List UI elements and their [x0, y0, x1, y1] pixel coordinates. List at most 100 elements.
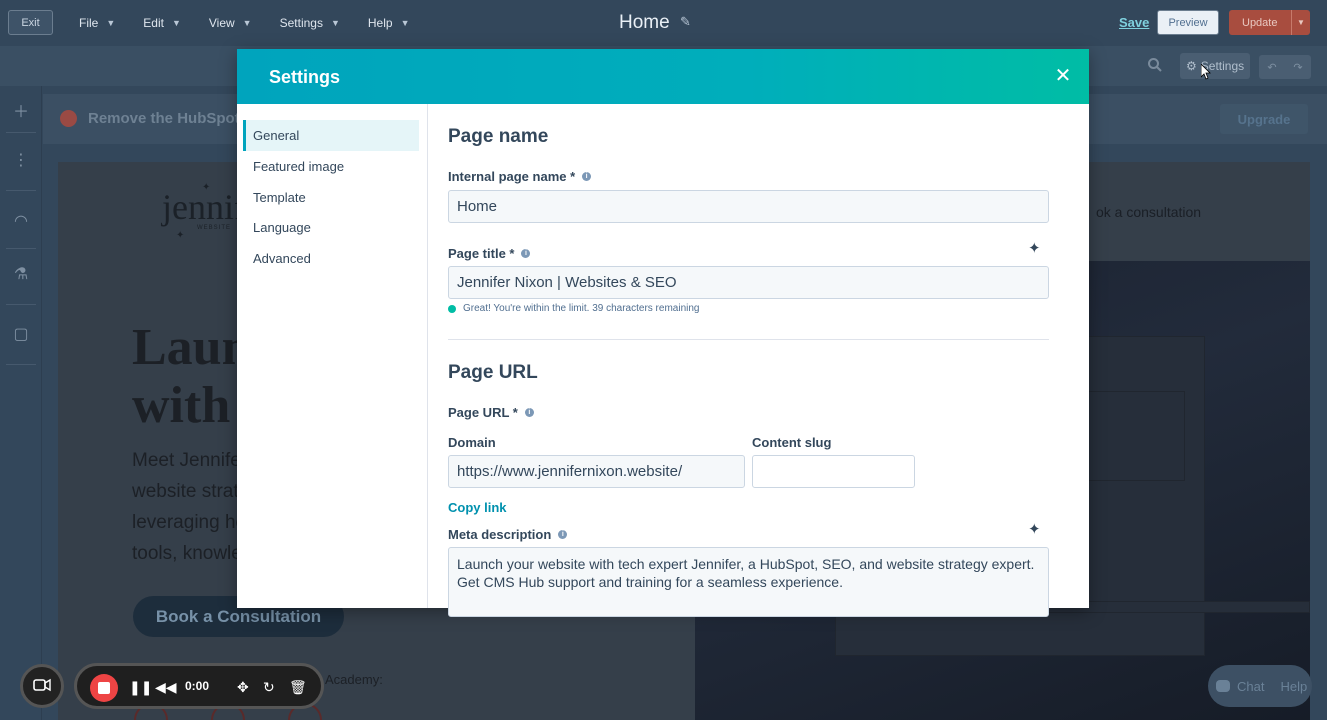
add-icon[interactable]: ＋ [11, 98, 31, 121]
chat-bubble-icon [1216, 680, 1230, 692]
modal-header: Settings ✕ [237, 49, 1089, 104]
update-label: Update [1242, 16, 1278, 29]
settings-nav-featured-image[interactable]: Featured image [243, 151, 419, 182]
info-icon[interactable]: i [521, 249, 531, 258]
page-icon[interactable]: ▢ [11, 324, 31, 344]
video-camera-icon [33, 678, 51, 695]
consultation-nav-link: ok a consultation [1096, 204, 1202, 220]
camera-toggle-button[interactable] [20, 664, 64, 708]
stop-icon [98, 682, 110, 694]
site-logo-subtitle: WEBSITE [197, 225, 232, 231]
chat-widget[interactable]: Chat Help [1208, 665, 1312, 707]
info-icon[interactable]: i [582, 172, 592, 181]
section-title-page-url: Page URL [448, 362, 538, 383]
modal-title: Settings [269, 67, 341, 87]
layers-icon[interactable]: ⋮ [11, 150, 31, 170]
meta-description-label-text: Meta description [448, 527, 552, 542]
menu-label: Settings [279, 16, 323, 30]
menu-edit[interactable]: Edit ▼ [143, 16, 181, 30]
status-dot-icon [448, 304, 456, 313]
banner-text: Remove the HubSpot lo [88, 110, 258, 127]
upgrade-button[interactable]: Upgrade [1220, 104, 1308, 134]
menu-view[interactable]: View ▼ [209, 16, 252, 30]
menu-label: Help [367, 16, 393, 30]
divider [6, 364, 36, 365]
ai-assist-icon[interactable]: ✦ [1028, 241, 1042, 256]
rewind-icon[interactable]: ◀◀ [155, 678, 177, 696]
stop-recording-button[interactable] [90, 674, 118, 702]
page-title-hint-text: Great! You're within the limit. 39 chara… [463, 303, 700, 314]
content-slug-label: Content slug [752, 435, 832, 450]
restart-icon[interactable]: ↻ [263, 678, 275, 696]
update-button[interactable]: Update ▼ [1229, 10, 1310, 35]
page-url-label-text: Page URL * [448, 405, 518, 420]
undo-icon[interactable]: ↶ [1267, 61, 1276, 74]
sparkle-icon: ✦ [202, 182, 211, 193]
page-title-input[interactable]: Jennifer Nixon | Websites & SEO [448, 266, 1049, 299]
menu-help[interactable]: Help ▼ [368, 16, 410, 30]
pause-icon[interactable]: ❚❚ [129, 678, 152, 696]
settings-tool-button[interactable]: ⚙ Settings [1180, 53, 1250, 79]
preview-button[interactable]: Preview [1157, 10, 1219, 35]
menu-settings[interactable]: Settings ▼ [280, 16, 340, 30]
test-icon[interactable]: ⚗ [11, 264, 31, 284]
chat-label: Chat [1237, 678, 1265, 694]
settings-nav-template[interactable]: Template [243, 182, 419, 213]
internal-name-input[interactable]: Home [448, 190, 1049, 223]
trash-icon[interactable]: 🗑 [289, 678, 307, 696]
settings-nav-language[interactable]: Language [243, 212, 419, 243]
content-slug-input[interactable] [752, 455, 915, 488]
meta-description-label: Meta description i [448, 527, 568, 542]
mouse-cursor-icon [1201, 64, 1211, 80]
hero-paragraph-line: website strat [132, 481, 239, 502]
menu-file[interactable]: File ▼ [79, 16, 115, 30]
settings-nav-general[interactable]: General [243, 120, 419, 151]
chevron-down-icon: ▼ [330, 18, 340, 28]
pencil-icon[interactable]: ✎ [680, 14, 691, 30]
divider [6, 304, 36, 305]
domain-select[interactable]: https://www.jennifernixon.website/ [448, 455, 745, 488]
save-button[interactable]: Save [1119, 15, 1149, 30]
domain-label: Domain [448, 435, 496, 450]
menu-label: File [79, 16, 99, 30]
chevron-down-icon: ▼ [106, 18, 116, 28]
illustration-screen [1075, 391, 1185, 481]
settings-content: Page name Internal page name * i Home Pa… [448, 104, 1049, 617]
chevron-down-icon: ▼ [171, 18, 181, 28]
meta-description-textarea[interactable]: Launch your website with tech expert Jen… [448, 547, 1049, 617]
info-icon[interactable]: i [558, 530, 568, 539]
page-url-label: Page URL * i [448, 405, 534, 420]
close-icon[interactable]: ✕ [1053, 66, 1073, 86]
settings-nav: General Featured image Template Language… [237, 104, 428, 608]
academy-label: Academy: [325, 672, 383, 687]
gear-icon: ⚙ [1186, 59, 1197, 73]
copy-link-button[interactable]: Copy link [448, 500, 507, 515]
redo-icon[interactable]: ↷ [1293, 61, 1302, 74]
menu-label: View [208, 16, 235, 30]
ai-assist-icon[interactable]: ✦ [1028, 522, 1042, 537]
search-icon[interactable] [1147, 57, 1167, 77]
sparkle-icon: ✦ [176, 230, 185, 241]
divider [6, 248, 36, 249]
help-label: Help [1280, 678, 1308, 694]
chevron-down-icon[interactable]: ▼ [1292, 18, 1305, 27]
menu-bar: File ▼ Edit ▼ View ▼ Settings ▼ Help ▼ [79, 0, 437, 46]
hero-paragraph-line: Meet Jennife [132, 450, 241, 471]
settings-modal: Settings ✕ General Featured image Templa… [237, 49, 1089, 617]
optimize-icon[interactable]: ◠ [11, 211, 31, 231]
settings-nav-advanced[interactable]: Advanced [243, 243, 419, 274]
internal-name-label-text: Internal page name * [448, 169, 576, 184]
exit-button[interactable]: Exit [8, 10, 53, 35]
recording-controls: ❚❚ ◀◀ 0:00 ✥ ↻ 🗑 [74, 663, 324, 709]
divider [6, 190, 36, 191]
move-handle-icon[interactable]: ✥ [237, 678, 249, 696]
page-title-label-text: Page title * [448, 246, 515, 261]
section-divider [448, 339, 1049, 340]
internal-name-label: Internal page name * i [448, 169, 592, 184]
chevron-down-icon: ▼ [242, 18, 252, 28]
info-icon[interactable]: i [524, 408, 534, 417]
section-title-page-name: Page name [448, 126, 549, 147]
hero-paragraph-line: tools, knowle [132, 543, 242, 564]
page-title[interactable]: Home [619, 12, 670, 34]
recording-timer: 0:00 [185, 679, 210, 693]
